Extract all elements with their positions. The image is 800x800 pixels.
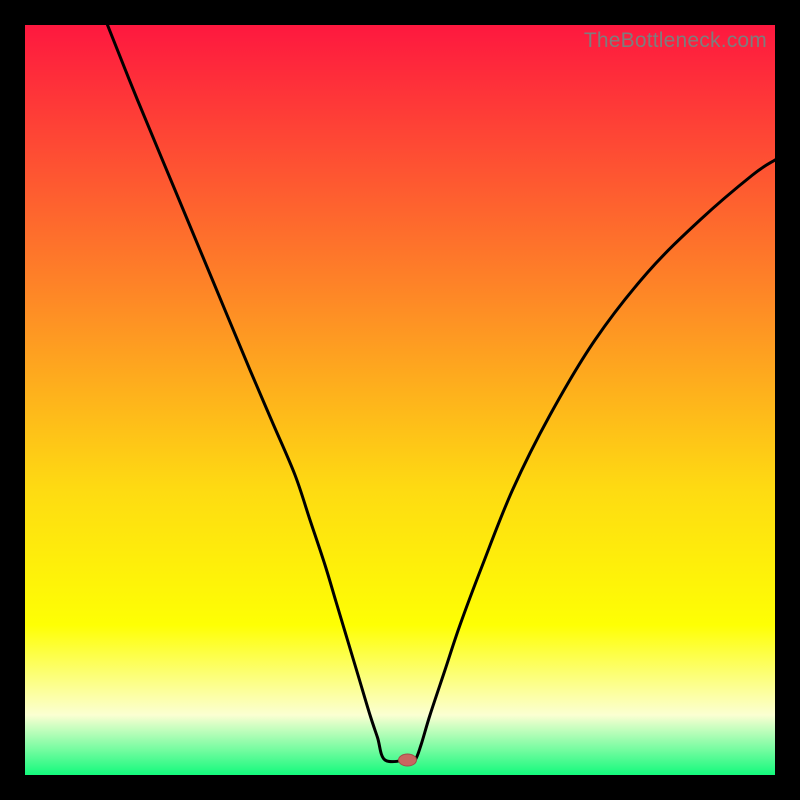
- chart-frame: TheBottleneck.com: [25, 25, 775, 775]
- gradient-background: [25, 25, 775, 775]
- optimum-marker: [399, 754, 417, 766]
- bottleneck-plot: [25, 25, 775, 775]
- watermark-text: TheBottleneck.com: [584, 29, 767, 53]
